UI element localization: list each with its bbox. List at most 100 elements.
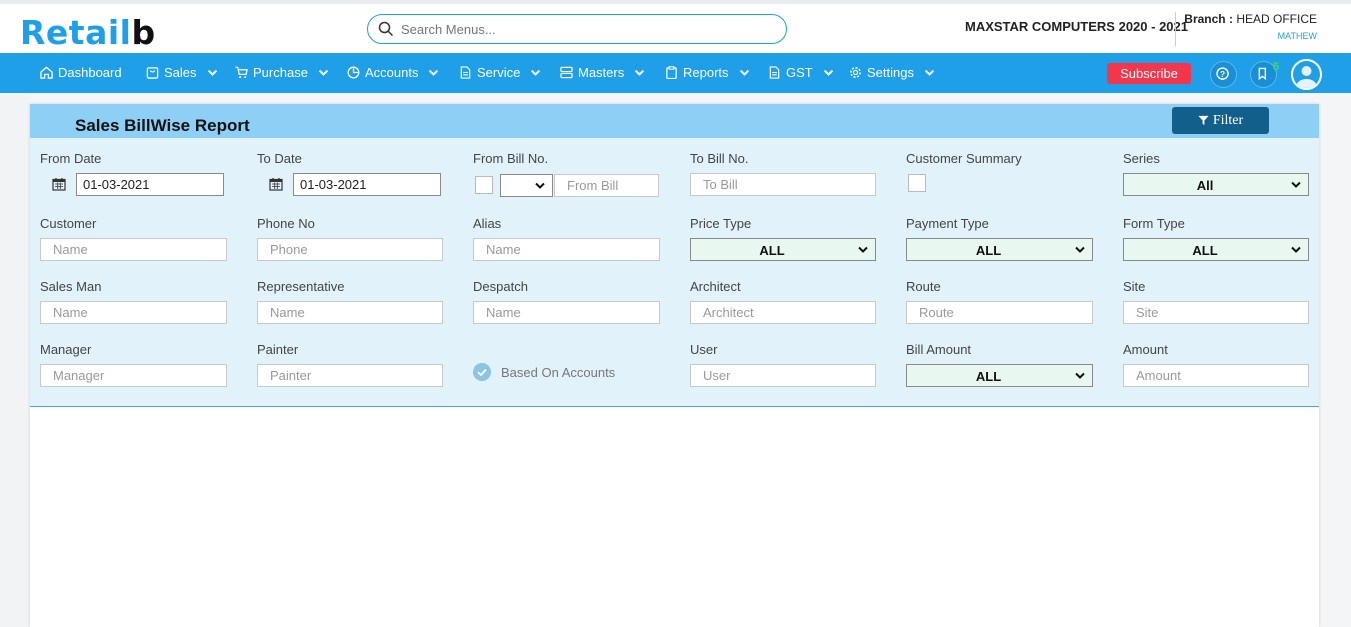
phone-label: Phone No (257, 216, 315, 231)
help-button[interactable]: ? (1210, 61, 1237, 88)
bill-amount-select[interactable]: ALL (906, 364, 1093, 387)
branch-value: HEAD OFFICE (1236, 12, 1317, 26)
chevron-down-icon (1075, 246, 1085, 253)
series-select[interactable]: All (1123, 173, 1309, 196)
chevron-down-icon (739, 69, 749, 76)
from-bill-checkbox[interactable] (475, 176, 493, 194)
nav-label: Settings (867, 65, 914, 80)
despatch-label: Despatch (473, 279, 528, 294)
architect-label: Architect (690, 279, 741, 294)
nav-reports[interactable]: Reports (665, 65, 751, 80)
nav-service[interactable]: Service (459, 65, 542, 80)
subscribe-button[interactable]: Subscribe (1107, 63, 1191, 84)
notification-count: 5 (1273, 61, 1280, 73)
search-icon (378, 21, 394, 37)
series-value: All (1196, 178, 1214, 193)
filter-form: From Date To Date From Bill No. To Bill … (30, 138, 1319, 407)
document-icon (460, 66, 471, 79)
route-input[interactable] (906, 301, 1093, 324)
nav-label: Purchase (253, 65, 308, 80)
home-icon (40, 66, 53, 79)
despatch-input[interactable] (473, 301, 660, 324)
payment-type-select[interactable]: ALL (906, 238, 1093, 261)
phone-input[interactable] (257, 238, 443, 261)
chevron-down-icon (318, 69, 329, 76)
customer-label: Customer (40, 216, 97, 231)
from-bill-input[interactable] (554, 174, 659, 197)
manager-input[interactable] (40, 364, 227, 387)
representative-input[interactable] (257, 301, 443, 324)
customer-summary-label: Customer Summary (906, 151, 1022, 166)
gear-icon (850, 67, 861, 78)
logo[interactable]: Retailb (20, 13, 156, 53)
from-date-picker[interactable]: 01-03-2021 (52, 173, 226, 196)
alias-label: Alias (473, 216, 502, 231)
bag-icon (146, 67, 159, 79)
logo-text: Retail (20, 13, 132, 52)
chevron-down-icon (1075, 372, 1085, 379)
report-card: Sales BillWise Report Filter From Date T… (30, 104, 1319, 627)
search-box[interactable] (367, 14, 787, 44)
manager-label: Manager (40, 342, 92, 357)
painter-input[interactable] (257, 364, 443, 387)
logo-b: b (131, 13, 156, 52)
nav-label: GST (786, 65, 813, 80)
nav-gst[interactable]: GST (768, 65, 835, 80)
alias-input[interactable] (473, 238, 660, 261)
architect-input[interactable] (690, 301, 876, 324)
sales-man-input[interactable] (40, 301, 227, 324)
nav-masters[interactable]: Masters (560, 65, 646, 80)
amount-input[interactable] (1123, 364, 1309, 387)
to-date-picker[interactable]: 01-03-2021 (269, 173, 443, 196)
form-type-select[interactable]: ALL (1123, 238, 1309, 261)
avatar[interactable] (1291, 59, 1322, 90)
price-type-select[interactable]: ALL (690, 238, 876, 261)
filter-icon (1198, 115, 1209, 126)
nav-settings[interactable]: Settings (849, 65, 936, 80)
based-on-accounts-toggle[interactable]: Based On Accounts (473, 363, 615, 381)
nav-accounts[interactable]: Accounts (347, 65, 440, 80)
nav-label: Service (477, 65, 521, 80)
user-avatar-icon (1296, 66, 1317, 88)
representative-label: Representative (257, 279, 345, 294)
svg-text:?: ? (1220, 69, 1225, 79)
user-name[interactable]: MATHEW (1278, 31, 1317, 41)
series-label: Series (1123, 151, 1160, 166)
user-input[interactable] (690, 364, 876, 387)
price-type-label: Price Type (690, 216, 752, 231)
chevron-down-icon (635, 69, 645, 76)
site-label: Site (1123, 279, 1146, 294)
document-icon (769, 66, 780, 79)
nav-sales[interactable]: Sales (146, 65, 219, 80)
nav-label: Masters (578, 65, 625, 80)
from-date-field[interactable]: 01-03-2021 (76, 173, 224, 196)
to-date-label: To Date (257, 151, 302, 166)
to-bill-input[interactable] (690, 173, 876, 196)
nav-label: Reports (683, 65, 729, 80)
nav-purchase[interactable]: Purchase (235, 65, 330, 80)
nav-label: Dashboard (58, 65, 122, 80)
calendar-icon (52, 178, 66, 191)
nav-dashboard[interactable]: Dashboard (40, 65, 122, 80)
filter-button[interactable]: Filter (1172, 107, 1269, 134)
price-type-value: ALL (759, 243, 785, 258)
to-bill-label: To Bill No. (690, 151, 749, 166)
site-input[interactable] (1123, 301, 1309, 324)
card-header: Sales BillWise Report Filter (30, 104, 1319, 138)
chevron-down-icon (1291, 181, 1301, 188)
pie-icon (347, 66, 360, 79)
chevron-down-icon (207, 69, 217, 76)
nav-label: Accounts (365, 65, 419, 80)
search-input[interactable] (401, 19, 771, 39)
customer-input[interactable] (40, 238, 227, 261)
bill-amount-label: Bill Amount (906, 342, 972, 357)
payment-type-value: ALL (975, 243, 1002, 258)
sales-man-label: Sales Man (40, 279, 102, 294)
help-icon: ? (1216, 67, 1229, 80)
based-on-accounts-label: Based On Accounts (501, 364, 616, 380)
bill-series-select[interactable] (500, 174, 553, 197)
chevron-down-icon (823, 69, 833, 76)
customer-summary-checkbox[interactable] (908, 174, 926, 192)
chevron-down-icon (1291, 246, 1301, 253)
to-date-field[interactable]: 01-03-2021 (293, 173, 441, 196)
